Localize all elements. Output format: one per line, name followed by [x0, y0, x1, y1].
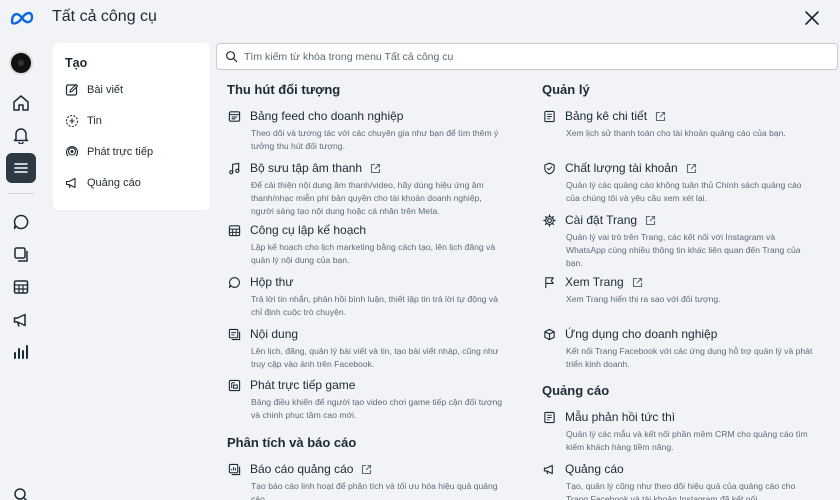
game-stream-icon [227, 378, 241, 392]
tool-content[interactable]: Nội dung Lên lịch, đăng, quản lý bài viế… [227, 325, 507, 371]
tool-planner[interactable]: Công cụ lập kế hoạch Lập kế hoạch cho lị… [227, 221, 507, 267]
tool-description: Tạo, quản lý cũng như theo dõi hiệu quả … [566, 481, 796, 500]
story-plus-icon [65, 114, 79, 128]
tool-description: Để cải thiện nội dung âm thanh/video, hã… [251, 180, 484, 216]
tool-description: Kết nối Trang Facebook với các ứng dụng … [566, 346, 813, 369]
bell-icon[interactable] [6, 120, 36, 150]
menu-icon[interactable] [6, 153, 36, 183]
tool-name: Bảng feed cho doanh nghiệp [250, 109, 404, 123]
close-icon[interactable] [802, 8, 822, 28]
tool-name: Cài đặt Trang [565, 213, 638, 227]
tool-description: Bảng điều khiển để người tạo video chơi … [251, 397, 503, 420]
tool-name: Báo cáo quảng cáo [250, 462, 354, 476]
form-icon [542, 410, 556, 424]
search-input[interactable] [244, 50, 804, 63]
external-link-icon [362, 464, 372, 474]
tool-inbox[interactable]: Hộp thư Trả lời tin nhắn, phản hồi bình … [227, 273, 507, 319]
tool-name: Công cụ lập kế hoạch [250, 223, 367, 237]
tool-name: Bộ sưu tập âm thanh [250, 161, 363, 175]
create-item-label: Tin [87, 115, 102, 127]
gear-icon [542, 213, 556, 227]
section-title-ads: Quảng cáo [542, 383, 610, 398]
content-icon [227, 327, 241, 341]
tool-description: Xem lịch sử thanh toán cho tài khoản quả… [566, 128, 786, 138]
tool-name: Mẫu phản hồi tức thì [565, 410, 676, 424]
megaphone-icon [542, 462, 556, 476]
meta-logo-icon[interactable] [9, 9, 35, 27]
tool-ads-reporting[interactable]: Báo cáo quảng cáo Tạo báo cáo linh hoạt … [227, 460, 507, 500]
section-title-analytics: Phân tích và báo cáo [227, 435, 357, 450]
cube-icon [542, 327, 556, 341]
tool-name: Bảng kê chi tiết [565, 109, 648, 123]
report-icon [227, 462, 241, 476]
create-item-live[interactable]: Phát trực tiếp [65, 142, 153, 162]
megaphone-icon[interactable] [6, 305, 36, 335]
edit-icon [65, 83, 79, 96]
external-link-icon [686, 163, 696, 173]
tool-name: Xem Trang [565, 275, 624, 289]
tool-name: Phát trực tiếp game [250, 378, 356, 392]
tool-billing-ledger[interactable]: Bảng kê chi tiết Xem lịch sử thanh toán … [542, 107, 817, 140]
section-title-manage: Quản lý [542, 82, 590, 97]
top-bar: Tất cả công cụ [0, 0, 840, 38]
tool-description: Tạo báo cáo linh hoạt để phân tích và tố… [251, 481, 498, 500]
create-item-label: Quảng cáo [87, 177, 141, 189]
tool-description: Quản lý các mẫu và kết nối phần mềm CRM … [566, 429, 808, 452]
pages-icon[interactable] [6, 239, 36, 269]
tool-business-feed[interactable]: Bảng feed cho doanh nghiệp Theo dõi và t… [227, 107, 507, 153]
tool-name: Quảng cáo [565, 462, 624, 476]
home-icon[interactable] [6, 88, 36, 118]
live-icon [65, 146, 79, 157]
tool-view-page[interactable]: Xem Trang Xem Trang hiển thị ra sao với … [542, 273, 817, 306]
tool-business-apps[interactable]: Ứng dụng cho doanh nghiệp Kết nối Trang … [542, 325, 817, 371]
tool-name: Hộp thư [250, 275, 294, 289]
create-item-label: Bài viết [87, 84, 124, 96]
bar-chart-icon[interactable] [6, 337, 36, 367]
tool-description: Quản lý vai trò trên Trang, các kết nối … [566, 232, 801, 268]
ledger-icon [542, 109, 556, 123]
search-icon[interactable] [6, 480, 36, 500]
create-panel: Tạo Bài viết Tin Phát trực tiếp Quảng cá… [53, 43, 210, 210]
tool-game-streaming[interactable]: Phát trực tiếp game Bảng điều khiển để n… [227, 376, 507, 422]
tool-account-quality[interactable]: Chất lượng tài khoản Quản lý các quảng c… [542, 159, 817, 205]
calendar-grid-icon[interactable] [6, 272, 36, 302]
tool-name: Ứng dụng cho doanh nghiệp [565, 327, 718, 341]
shield-icon [542, 161, 556, 175]
external-link-icon [371, 163, 381, 173]
megaphone-icon [65, 177, 76, 189]
section-title-engage: Thu hút đối tượng [227, 82, 341, 97]
tool-description: Lập kế hoạch cho lịch marketing bằng các… [251, 242, 496, 265]
chat-bubble-icon [227, 275, 241, 289]
tool-instant-forms[interactable]: Mẫu phản hồi tức thì Quản lý các mẫu và … [542, 408, 817, 454]
create-item-ad[interactable]: Quảng cáo [65, 173, 141, 193]
navigation-rail [0, 38, 42, 500]
external-link-icon [645, 215, 656, 225]
external-link-icon [632, 277, 642, 287]
music-note-icon [227, 161, 241, 175]
rail-divider [8, 193, 34, 194]
tool-name: Chất lượng tài khoản [565, 161, 678, 175]
tool-sound-collection[interactable]: Bộ sưu tập âm thanh Để cải thiện nội dun… [227, 159, 507, 218]
tool-description: Trả lời tin nhắn, phản hồi bình luận, th… [251, 294, 498, 317]
search-bar[interactable] [216, 43, 838, 70]
tool-description: Xem Trang hiển thị ra sao với đối tượng. [566, 294, 721, 304]
create-item-post[interactable]: Bài viết [65, 80, 123, 100]
create-heading: Tạo [65, 56, 88, 70]
create-item-story[interactable]: Tin [65, 111, 102, 131]
tool-name: Nội dung [250, 327, 299, 341]
page-title: Tất cả công cụ [52, 8, 157, 25]
tool-description: Lên lịch, đăng, quản lý bài viết và tin,… [251, 346, 499, 369]
avatar[interactable] [9, 51, 33, 75]
flag-icon [542, 275, 556, 289]
external-link-icon [656, 111, 666, 121]
tool-page-settings[interactable]: Cài đặt Trang Quản lý vai trò trên Trang… [542, 211, 817, 270]
tool-ads[interactable]: Quảng cáo Tạo, quản lý cũng như theo dõi… [542, 460, 817, 500]
calendar-icon [227, 223, 241, 237]
create-item-label: Phát trực tiếp [87, 146, 154, 158]
tool-description: Theo dõi và tương tác với các chuyên gia… [251, 128, 499, 151]
feed-icon [227, 109, 241, 123]
chat-bubble-icon[interactable] [6, 207, 36, 237]
search-icon [226, 51, 238, 63]
tool-description: Quản lý các quảng cáo không tuân thủ Chí… [566, 180, 802, 203]
